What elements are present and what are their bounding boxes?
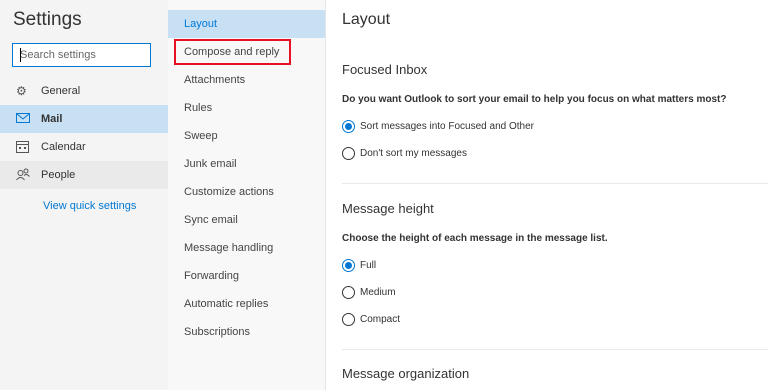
mail-nav-label: Rules [184,102,213,114]
focused-inbox-question: Do you want Outlook to sort your email t… [342,94,727,105]
mail-nav-item-automatic-replies[interactable]: Automatic replies [168,290,325,318]
nav-item-label: Calendar [41,141,86,153]
radio-unselected-icon [342,147,355,160]
search-settings-input[interactable]: Search settings [12,43,151,67]
nav-item-label: General [41,85,81,97]
mail-nav-item-forwarding[interactable]: Forwarding [168,262,325,290]
message-height-question: Choose the height of each message in the… [342,233,608,244]
layout-settings-panel: Layout Focused Inbox Do you want Outlook… [326,0,768,390]
calendar-icon [16,140,30,154]
nav-item-label: People [41,169,76,181]
radio-label: Full [360,260,377,271]
mail-nav-label: Forwarding [184,270,240,282]
nav-item-calendar[interactable]: Calendar [0,133,168,161]
message-organization-heading: Message organization [342,366,470,381]
section-divider [342,183,768,184]
mail-nav-label: Junk email [184,158,237,170]
mail-nav-item-junk-email[interactable]: Junk email [168,150,325,178]
mail-nav-label: Subscriptions [184,326,251,338]
radio-selected-icon [342,120,355,133]
highlight-box [174,39,291,65]
mail-icon [16,112,30,126]
message-height-heading: Message height [342,201,434,216]
mail-nav-item-attachments[interactable]: Attachments [168,66,325,94]
mail-nav-label: Sweep [184,130,218,142]
mail-nav-item-subscriptions[interactable]: Subscriptions [168,318,325,346]
view-quick-settings-link[interactable]: View quick settings [43,200,136,212]
mail-nav-item-rules[interactable]: Rules [168,94,325,122]
radio-unselected-icon [342,286,355,299]
nav-item-mail[interactable]: Mail [0,105,168,133]
mail-nav-item-message-handling[interactable]: Message handling [168,234,325,262]
radio-unselected-icon [342,313,355,326]
mail-nav-item-sweep[interactable]: Sweep [168,122,325,150]
mail-nav-label: Message handling [184,242,274,254]
radio-label: Don't sort my messages [360,148,467,159]
search-placeholder: Search settings [20,49,96,61]
radio-label: Sort messages into Focused and Other [360,121,534,132]
page-title: Layout [342,11,391,28]
radio-label: Medium [360,287,396,298]
mail-nav-item-customize-actions[interactable]: Customize actions [168,178,325,206]
radio-label: Compact [360,314,401,325]
settings-nav: Settings Search settings ⚙ General Mail … [0,0,168,390]
mail-nav-label: Layout [184,18,218,30]
settings-title: Settings [13,9,82,30]
nav-item-label: Mail [41,113,63,125]
radio-selected-icon [342,259,355,272]
mail-nav-label: Sync email [184,214,238,226]
mail-nav-item-layout[interactable]: Layout [168,10,325,38]
text-caret [20,48,21,62]
mail-nav-label: Attachments [184,74,246,86]
mail-nav-label: Customize actions [184,186,274,198]
focused-inbox-heading: Focused Inbox [342,62,428,77]
gear-icon: ⚙ [16,84,27,98]
people-icon [16,168,30,182]
nav-item-people[interactable]: People [0,161,168,189]
mail-nav-label: Automatic replies [184,298,269,310]
nav-item-general[interactable]: ⚙ General [0,77,168,105]
section-divider [342,349,768,350]
mail-nav-item-sync-email[interactable]: Sync email [168,206,325,234]
